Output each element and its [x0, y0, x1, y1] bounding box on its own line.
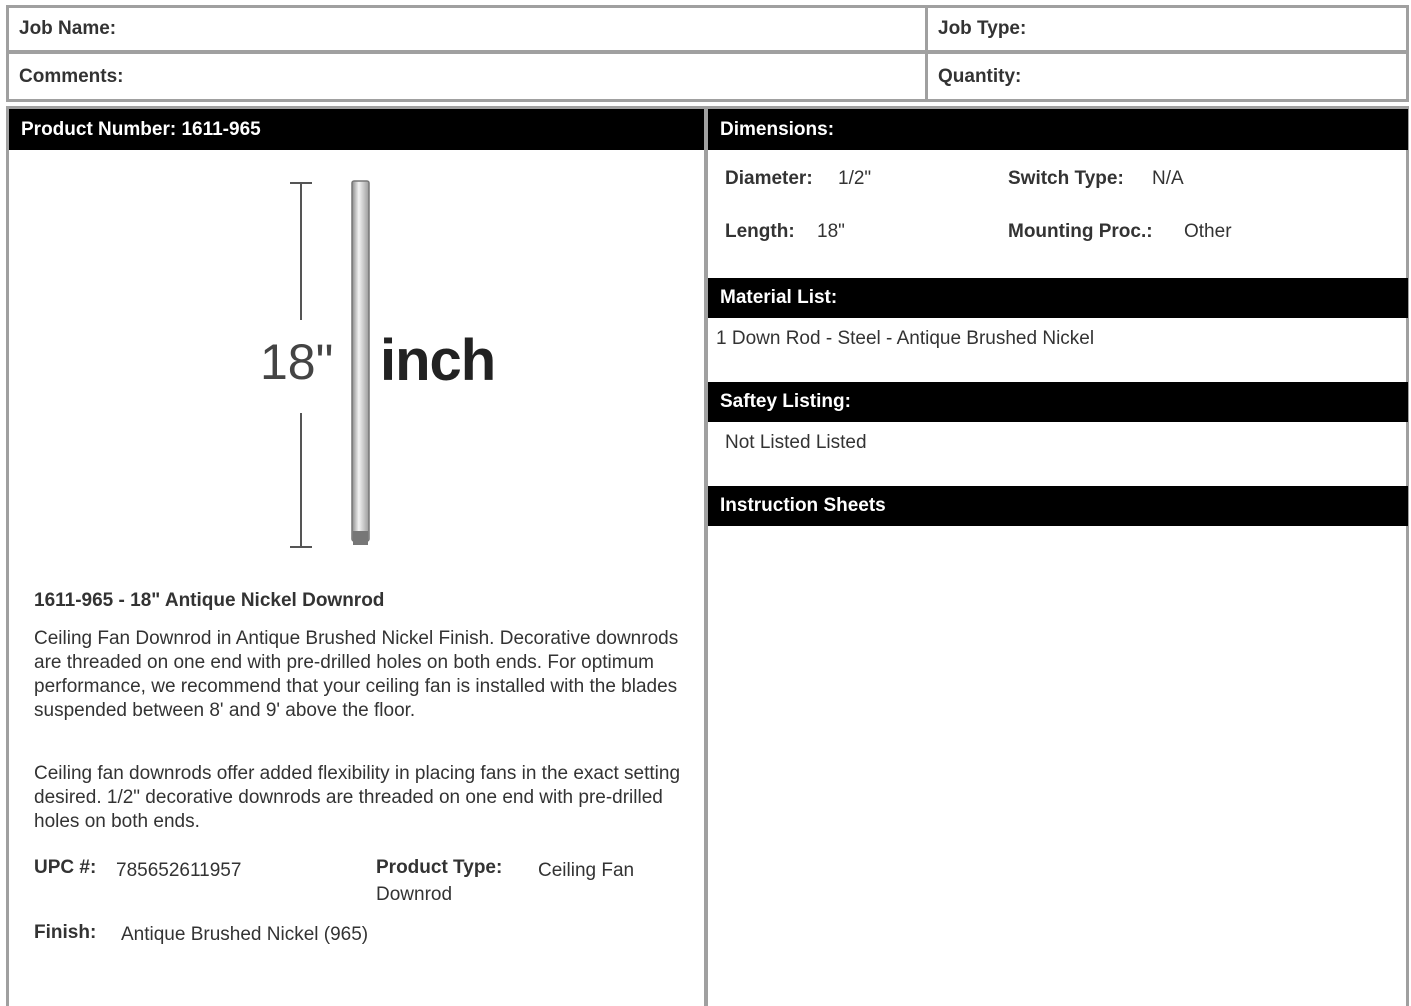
- dimensions-bar: Dimensions:: [708, 109, 1408, 150]
- product-title: 1611-965 - 18" Antique Nickel Downrod: [34, 590, 385, 611]
- upc-value: 785652611957: [116, 860, 242, 881]
- job-name-label: Job Name:: [19, 18, 117, 39]
- product-description-2: Ceiling fan downrods offer added flexibi…: [34, 763, 681, 832]
- mounting-value: Other: [1184, 221, 1232, 242]
- length-label: Length:: [725, 221, 795, 242]
- finish-value: Antique Brushed Nickel (965): [121, 924, 369, 945]
- product-image: 18" inch: [250, 175, 510, 555]
- job-name-cell: Job Name:: [6, 5, 928, 53]
- length-value: 18": [817, 221, 845, 242]
- instruction-sheets-bar: Instruction Sheets: [708, 486, 1408, 526]
- diameter-label: Diameter:: [725, 168, 813, 189]
- product-type-value-1: Ceiling Fan: [538, 860, 635, 881]
- comments-cell: Comments:: [6, 51, 928, 102]
- job-type-label: Job Type:: [938, 18, 1027, 39]
- mounting-label: Mounting Proc.:: [1008, 221, 1153, 242]
- safety-listing-bar: Saftey Listing:: [708, 382, 1408, 422]
- switch-type-value: N/A: [1152, 168, 1184, 189]
- upc-label: UPC #:: [34, 857, 97, 878]
- safety-value: Not Listed Listed: [725, 432, 867, 453]
- switch-type-label: Switch Type:: [1008, 168, 1124, 189]
- size-label: 18": [260, 334, 334, 390]
- diameter-value: 1/2": [838, 168, 872, 189]
- material-item: 1 Down Rod - Steel - Antique Brushed Nic…: [716, 328, 1095, 349]
- job-type-cell: Job Type:: [925, 5, 1409, 53]
- product-number-bar: Product Number: 1611-965: [9, 109, 704, 150]
- product-description-1: Ceiling Fan Downrod in Antique Brushed N…: [34, 628, 679, 721]
- finish-label: Finish:: [34, 922, 97, 943]
- product-type-value-2: Downrod: [376, 884, 453, 905]
- product-type-label: Product Type:: [376, 857, 503, 878]
- comments-label: Comments:: [19, 65, 124, 87]
- quantity-label: Quantity:: [938, 65, 1022, 87]
- quantity-cell: Quantity:: [925, 51, 1409, 102]
- unit-label: inch: [380, 328, 496, 393]
- material-list-bar: Material List:: [708, 278, 1408, 318]
